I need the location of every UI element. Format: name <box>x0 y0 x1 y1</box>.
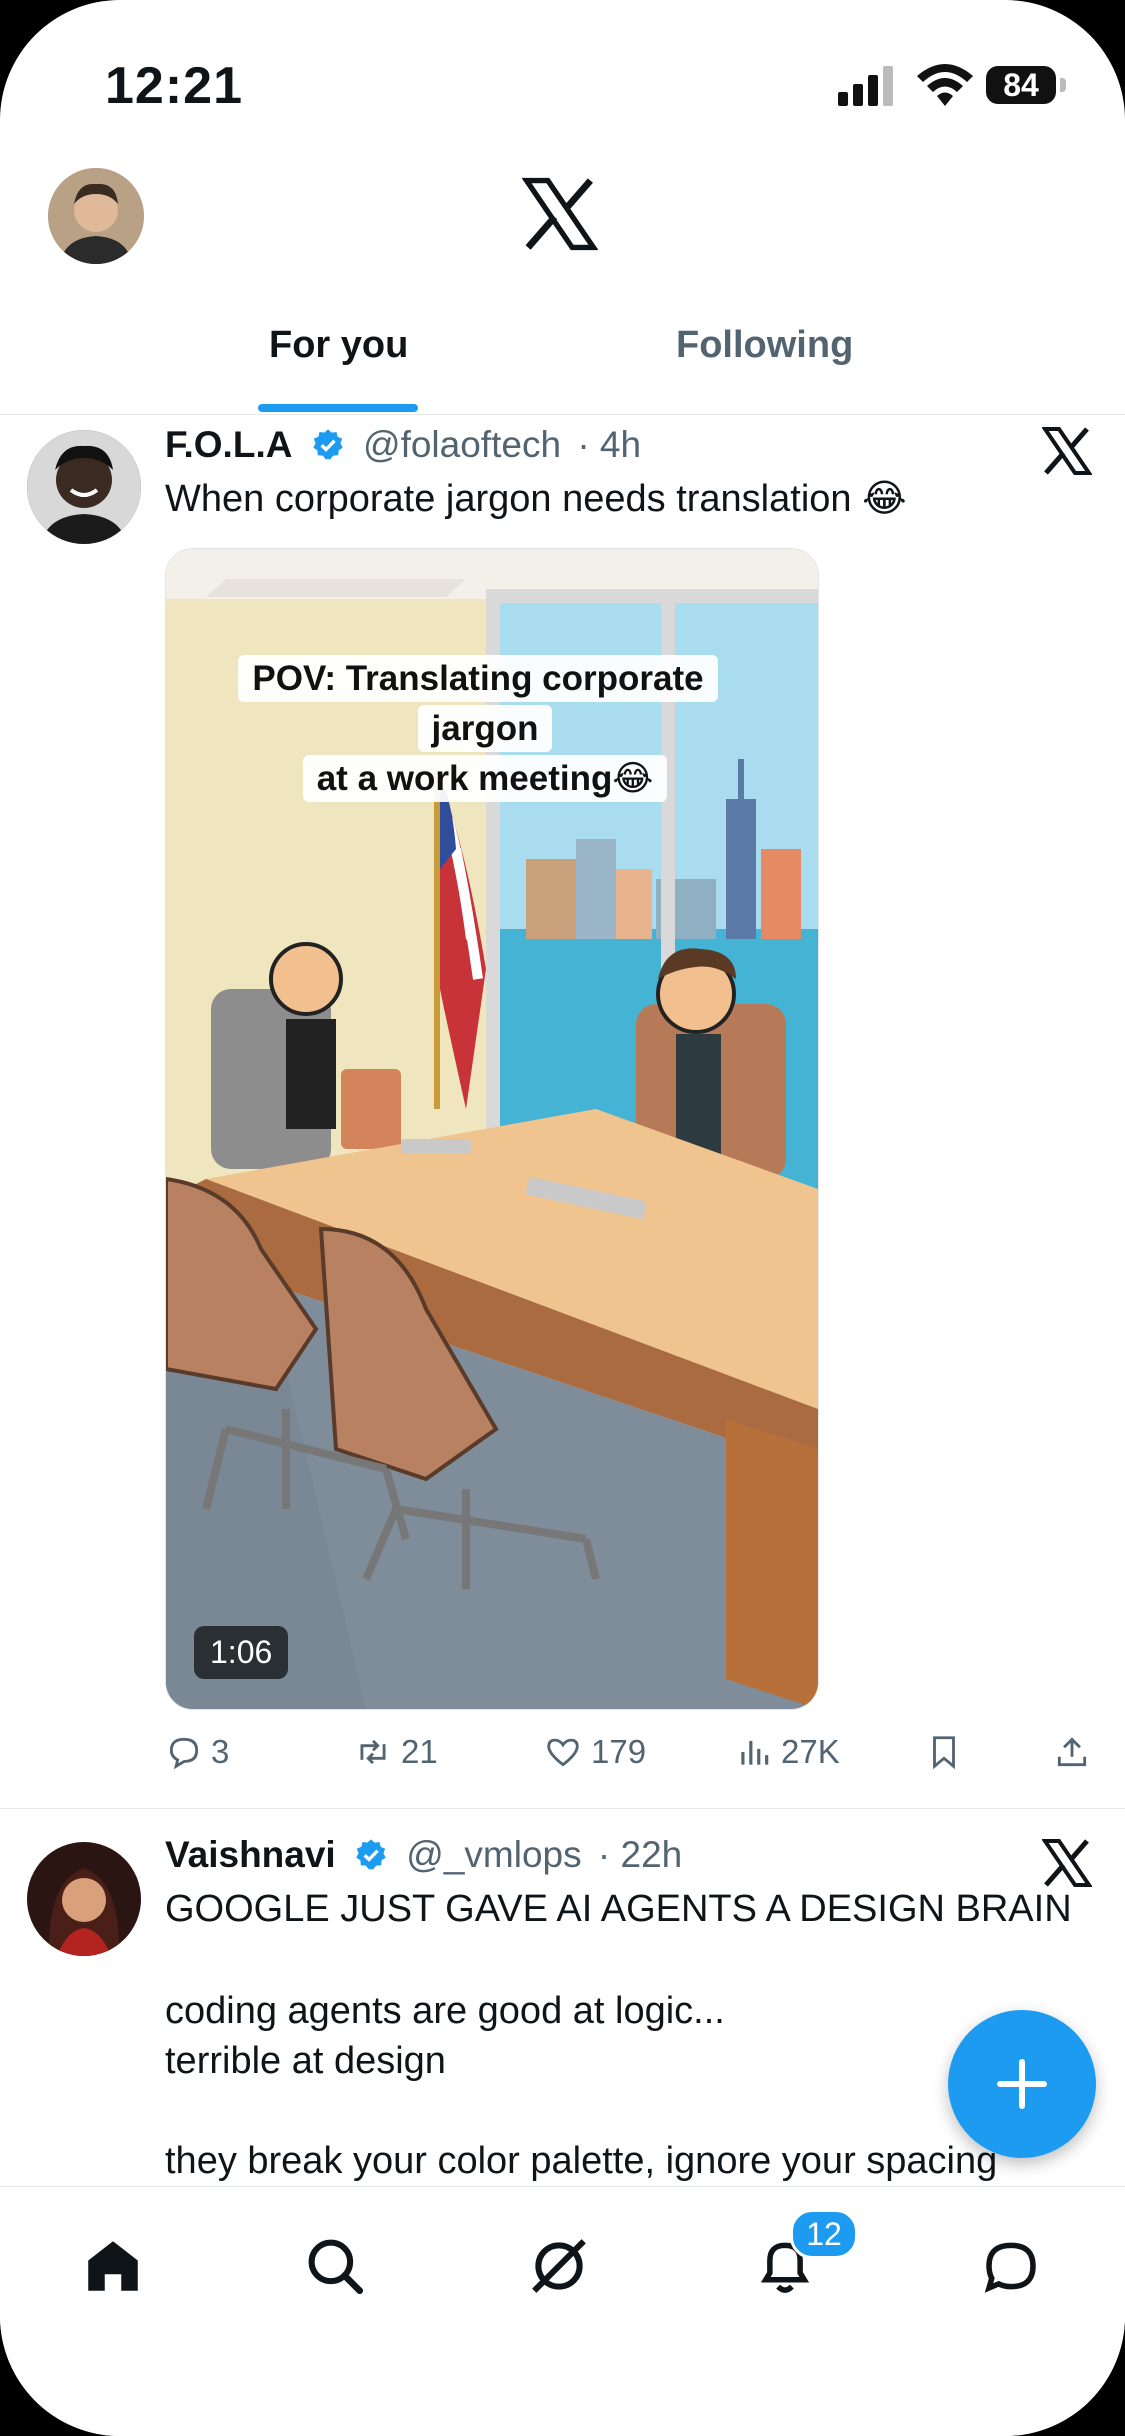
status-time: 12:21 <box>105 57 243 115</box>
post-time: · 4h <box>577 424 642 465</box>
active-tab-indicator <box>258 404 418 412</box>
repost-icon <box>360 1739 386 1765</box>
search-icon[interactable] <box>302 2233 368 2299</box>
video-duration: 1:06 <box>194 1626 289 1679</box>
bookmark-icon <box>933 1736 955 1770</box>
compose-button[interactable] <box>948 2010 1096 2158</box>
x-logo-icon[interactable] <box>522 176 598 252</box>
author-handle[interactable]: @_vmlops <box>406 1834 581 1875</box>
views-button[interactable]: 27K <box>735 1733 840 1771</box>
post-time: · 22h <box>597 1834 683 1875</box>
compose-icon <box>997 2059 1047 2109</box>
repost-count: 21 <box>401 1733 438 1770</box>
post-text-line: they break your color palette, ignore yo… <box>165 2140 998 2182</box>
messages-icon[interactable] <box>978 2233 1044 2299</box>
battery-indicator: 84 <box>986 66 1056 104</box>
tab-for-you[interactable]: For you <box>269 324 408 367</box>
notifications-badge: 12 <box>790 2209 858 2259</box>
post-author-avatar[interactable] <box>27 430 141 544</box>
post-text-line: coding agents are good at logic... <box>165 1990 725 2032</box>
post-text-line: GOOGLE JUST GAVE AI AGENTS A DESIGN BRAI… <box>165 1888 1072 1930</box>
bottom-navigation: 12 <box>0 2186 1125 2436</box>
cellular-signal-icon <box>838 66 893 106</box>
view-count: 27K <box>781 1733 840 1770</box>
post-header: Vaishnavi @_vmlops · 22h <box>165 1834 682 1876</box>
video-caption: POV: Translating corporate jargon at a w… <box>190 654 780 804</box>
profile-avatar[interactable] <box>48 168 144 264</box>
person-icon <box>27 1842 141 1956</box>
verified-badge-icon <box>313 429 343 460</box>
video-caption-line1: POV: Translating corporate jargon <box>238 655 718 752</box>
reply-count: 3 <box>211 1733 230 1770</box>
post-header: F.O.L.A @folaoftech · 4h <box>165 424 641 466</box>
status-bar: 12:21 84 <box>0 0 1125 160</box>
like-button[interactable]: 179 <box>543 1733 646 1771</box>
video-caption-line2: at a work meeting😂 <box>302 755 668 802</box>
grok-icon[interactable] <box>1042 1838 1092 1888</box>
post-divider <box>0 1808 1125 1809</box>
grok-icon[interactable] <box>526 2233 592 2299</box>
post-actions: 3 21 179 27K <box>165 1733 1105 1783</box>
home-icon[interactable] <box>80 2233 146 2299</box>
post-author-avatar[interactable] <box>27 1842 141 1956</box>
repost-button[interactable]: 21 <box>353 1733 438 1771</box>
person-icon <box>27 430 141 544</box>
feed-tabs: For you Following <box>0 300 1125 415</box>
post-text-line: terrible at design <box>165 2040 446 2082</box>
post-text: When corporate jargon needs translation … <box>165 478 907 520</box>
app-screen: 12:21 84 For you Following F.O.L.A @fola… <box>0 0 1125 2436</box>
post-video[interactable]: POV: Translating corporate jargon at a w… <box>165 548 819 1710</box>
like-count: 179 <box>591 1733 647 1770</box>
reply-icon <box>169 1737 199 1770</box>
views-icon <box>741 1740 769 1765</box>
share-button[interactable] <box>1053 1733 1099 1771</box>
author-name[interactable]: F.O.L.A <box>165 424 292 465</box>
person-icon <box>48 168 144 264</box>
author-handle[interactable]: @folaoftech <box>363 424 561 465</box>
heart-icon <box>547 1738 579 1767</box>
wifi-icon <box>917 64 973 106</box>
author-name[interactable]: Vaishnavi <box>165 1834 336 1875</box>
share-icon <box>1057 1737 1087 1767</box>
reply-button[interactable]: 3 <box>165 1733 229 1771</box>
bookmark-button[interactable] <box>925 1733 971 1771</box>
verified-badge-icon <box>356 1839 386 1870</box>
battery-nub <box>1060 78 1066 92</box>
grok-icon[interactable] <box>1042 426 1092 476</box>
tab-following[interactable]: Following <box>676 324 853 367</box>
